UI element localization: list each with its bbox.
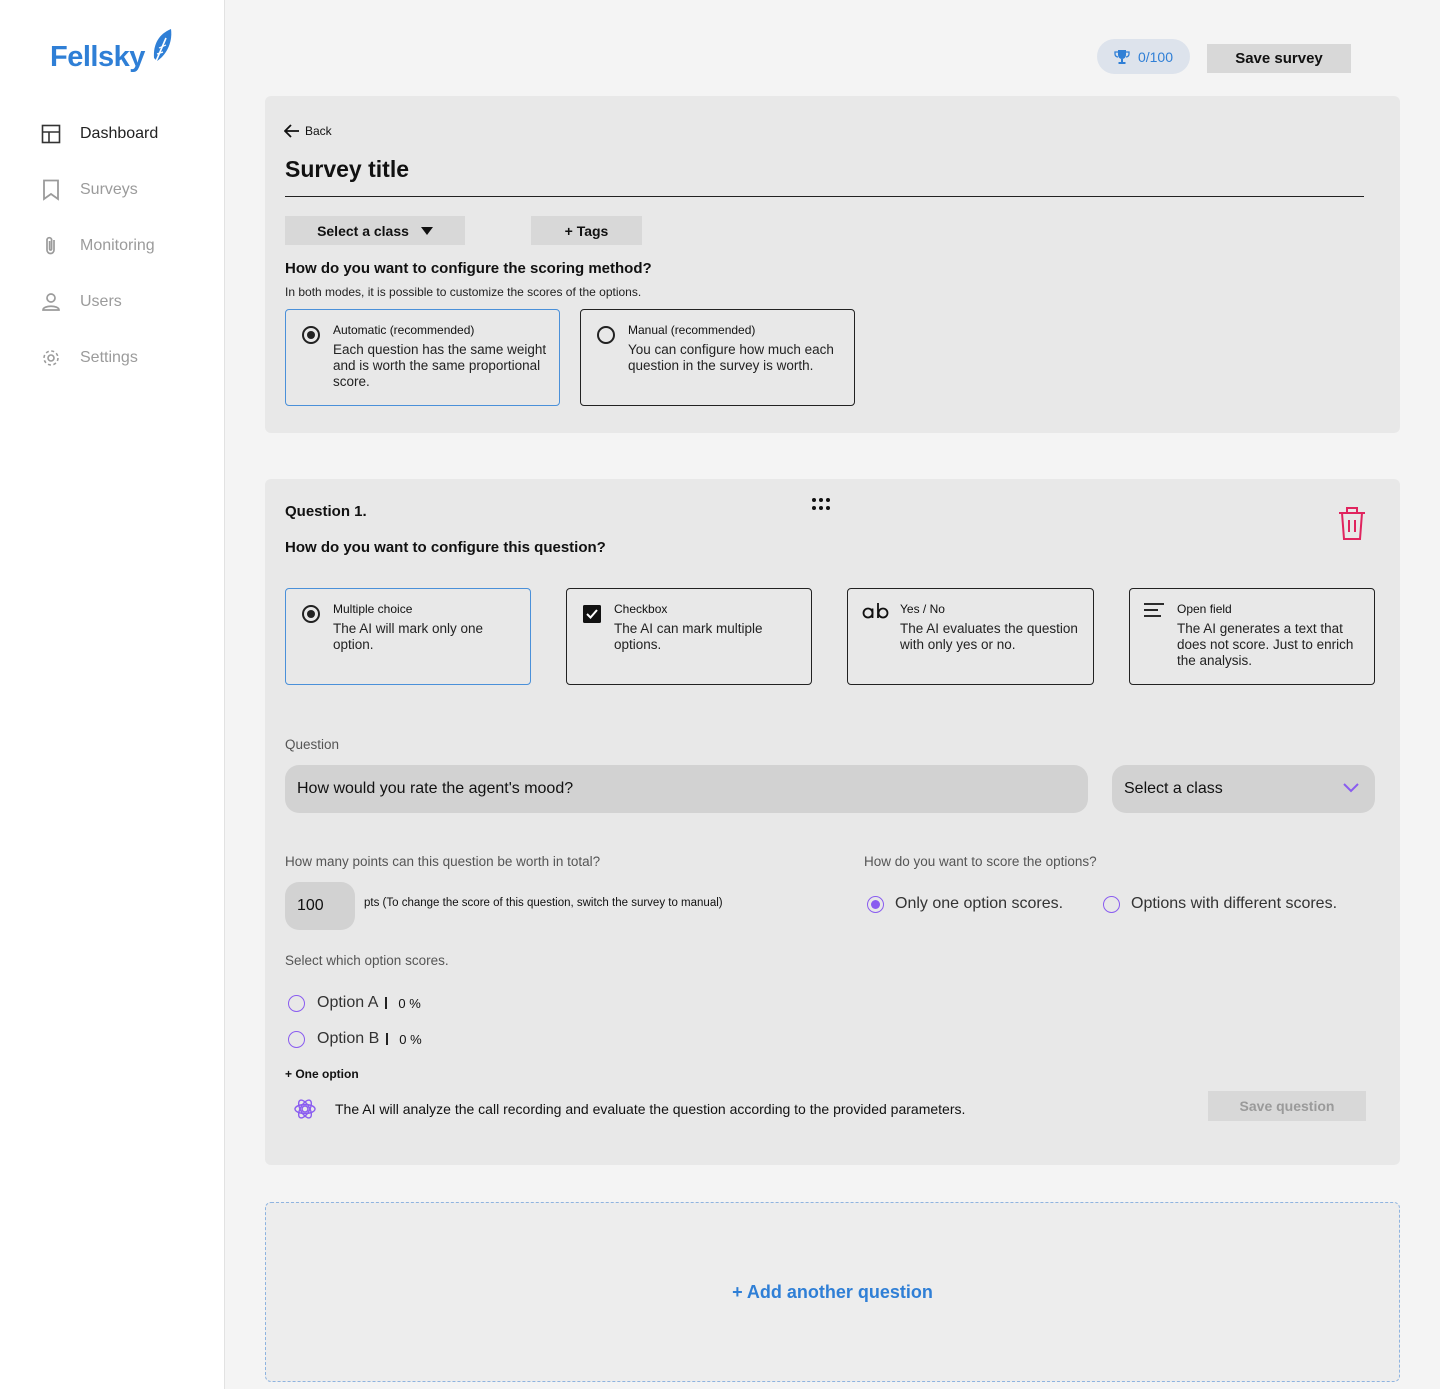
question-field-label: Question (285, 737, 340, 752)
radio-icon (302, 605, 320, 623)
sidebar: Fellsky Dashboard Surveys Monitoring Use… (0, 0, 225, 1389)
score-method-label: Only one option scores. (895, 895, 1064, 912)
radio-empty-icon (1103, 895, 1120, 913)
sidebar-item-label: Settings (80, 349, 138, 366)
score-badge: 0/100 (1097, 39, 1190, 74)
score-method-label: Options with different scores. (1131, 895, 1338, 912)
sidebar-item-label: Dashboard (80, 125, 159, 142)
radio-selected-icon (302, 326, 320, 344)
chevron-down-icon (1343, 783, 1359, 793)
select-scoring-option-label: Select which option scores. (285, 953, 449, 968)
bookmark-icon (40, 179, 62, 201)
ai-note-text: The AI will analyze the call recording a… (335, 1101, 966, 1117)
survey-title[interactable]: Survey title (285, 156, 409, 183)
question-type-checkbox[interactable]: Checkbox The AI can mark multiple option… (566, 588, 812, 685)
option-label[interactable]: Option A (317, 994, 378, 1012)
ai-note: The AI will analyze the call recording a… (293, 1097, 965, 1121)
divider (386, 1033, 389, 1045)
save-survey-button[interactable]: Save survey (1207, 44, 1351, 73)
question-number: Question 1. (285, 503, 367, 520)
dashboard-icon (40, 123, 62, 145)
select-class-label: Select a class (317, 222, 409, 239)
question-class-select[interactable]: Select a class (1112, 765, 1375, 813)
scoring-method-hint: In both modes, it is possible to customi… (285, 285, 642, 299)
scoring-mode-automatic[interactable]: Automatic (recommended) Each question ha… (285, 309, 560, 406)
points-value: 100 (297, 897, 324, 914)
user-icon (40, 291, 62, 313)
score-method-different[interactable]: Options with different scores. (1103, 895, 1337, 913)
question-class-label: Select a class (1124, 780, 1223, 797)
paperclip-icon (40, 235, 62, 257)
question-type-desc: The AI will mark only one option. (333, 621, 484, 652)
score-method-only-one[interactable]: Only one option scores. (867, 895, 1063, 913)
option-label[interactable]: Option B (317, 1030, 379, 1048)
sidebar-item-monitoring[interactable]: Monitoring (40, 235, 155, 257)
arrow-left-icon (284, 124, 299, 138)
points-input[interactable]: 100 (285, 882, 355, 930)
title-underline (285, 196, 1364, 197)
option-percent: 0 % (399, 1031, 422, 1047)
checkbox-icon (583, 605, 601, 623)
option-row-b[interactable]: Option B 0 % (288, 1030, 422, 1048)
survey-settings-panel: Back Survey title Select a class + Tags … (265, 96, 1400, 433)
add-tags-button[interactable]: + Tags (531, 216, 642, 245)
question-type-multiple-choice[interactable]: Multiple choice The AI will mark only on… (285, 588, 531, 685)
trash-icon[interactable] (1337, 505, 1367, 541)
question-type-desc: The AI can mark multiple options. (614, 621, 763, 652)
option-percent: 0 % (398, 995, 421, 1011)
question-type-desc: The AI evaluates the question with only … (900, 621, 1078, 652)
back-link[interactable]: Back (284, 124, 332, 138)
radio-empty-icon (597, 326, 615, 344)
question-type-title: Checkbox (614, 602, 668, 616)
question-type-desc: The AI generates a text that does not sc… (1177, 621, 1354, 668)
question-text-input[interactable] (285, 765, 1088, 813)
points-note: pts (To change the score of this questio… (364, 897, 723, 909)
scoring-method-question: How do you want to configure the scoring… (285, 260, 652, 277)
score-value: 0/100 (1137, 48, 1174, 65)
sidebar-item-settings[interactable]: Settings (40, 347, 138, 369)
scoring-mode-desc: Each question has the same weight and is… (333, 342, 547, 389)
sidebar-item-label: Users (80, 293, 122, 310)
back-label: Back (305, 124, 332, 138)
scoring-mode-manual[interactable]: Manual (recommended) You can configure h… (580, 309, 855, 406)
feather-icon (153, 29, 172, 67)
question-type-open-field[interactable]: Open field The AI generates a text that … (1129, 588, 1375, 685)
gear-icon (40, 347, 62, 369)
add-question-label[interactable]: + Add another question (732, 1282, 933, 1303)
add-question-dropzone[interactable]: + Add another question (265, 1202, 1400, 1382)
question-panel: Question 1. How do you want to configure… (265, 479, 1400, 1165)
ai-sparkle-icon (294, 1099, 316, 1119)
select-class-button[interactable]: Select a class (285, 216, 465, 245)
scoring-mode-title: Automatic (recommended) (333, 323, 475, 337)
question-type-title: Yes / No (900, 602, 945, 616)
question-type-yes-no[interactable]: Yes / No The AI evaluates the question w… (847, 588, 1094, 685)
lines-icon (1144, 603, 1164, 617)
scoring-mode-title: Manual (recommended) (628, 323, 756, 337)
question-type-title: Multiple choice (333, 602, 413, 616)
sidebar-item-label: Surveys (80, 181, 138, 198)
app-name: Fellsky (50, 41, 145, 73)
question-type-title: Open field (1177, 602, 1232, 616)
radio-selected-icon (867, 895, 884, 913)
app-logo[interactable]: Fellsky (50, 28, 175, 74)
points-question: How many points can this question be wor… (285, 854, 601, 869)
add-option-button[interactable]: + One option (285, 1067, 359, 1081)
question-config-heading: How do you want to configure this questi… (285, 539, 606, 556)
drag-handle-icon[interactable] (811, 497, 831, 511)
radio-empty-icon[interactable] (288, 1030, 305, 1048)
radio-empty-icon[interactable] (288, 994, 305, 1012)
ab-icon (862, 603, 889, 619)
divider (385, 997, 388, 1009)
scoring-mode-desc: You can configure how much each question… (628, 342, 834, 373)
sidebar-item-surveys[interactable]: Surveys (40, 179, 138, 201)
caret-down-icon (420, 226, 433, 235)
trophy-icon (1114, 49, 1130, 64)
option-row-a[interactable]: Option A 0 % (288, 994, 421, 1012)
sidebar-item-label: Monitoring (80, 237, 155, 254)
sidebar-item-users[interactable]: Users (40, 291, 122, 313)
save-question-button[interactable]: Save question (1208, 1091, 1366, 1121)
score-method-question: How do you want to score the options? (864, 854, 1097, 869)
sidebar-item-dashboard[interactable]: Dashboard (40, 123, 158, 145)
